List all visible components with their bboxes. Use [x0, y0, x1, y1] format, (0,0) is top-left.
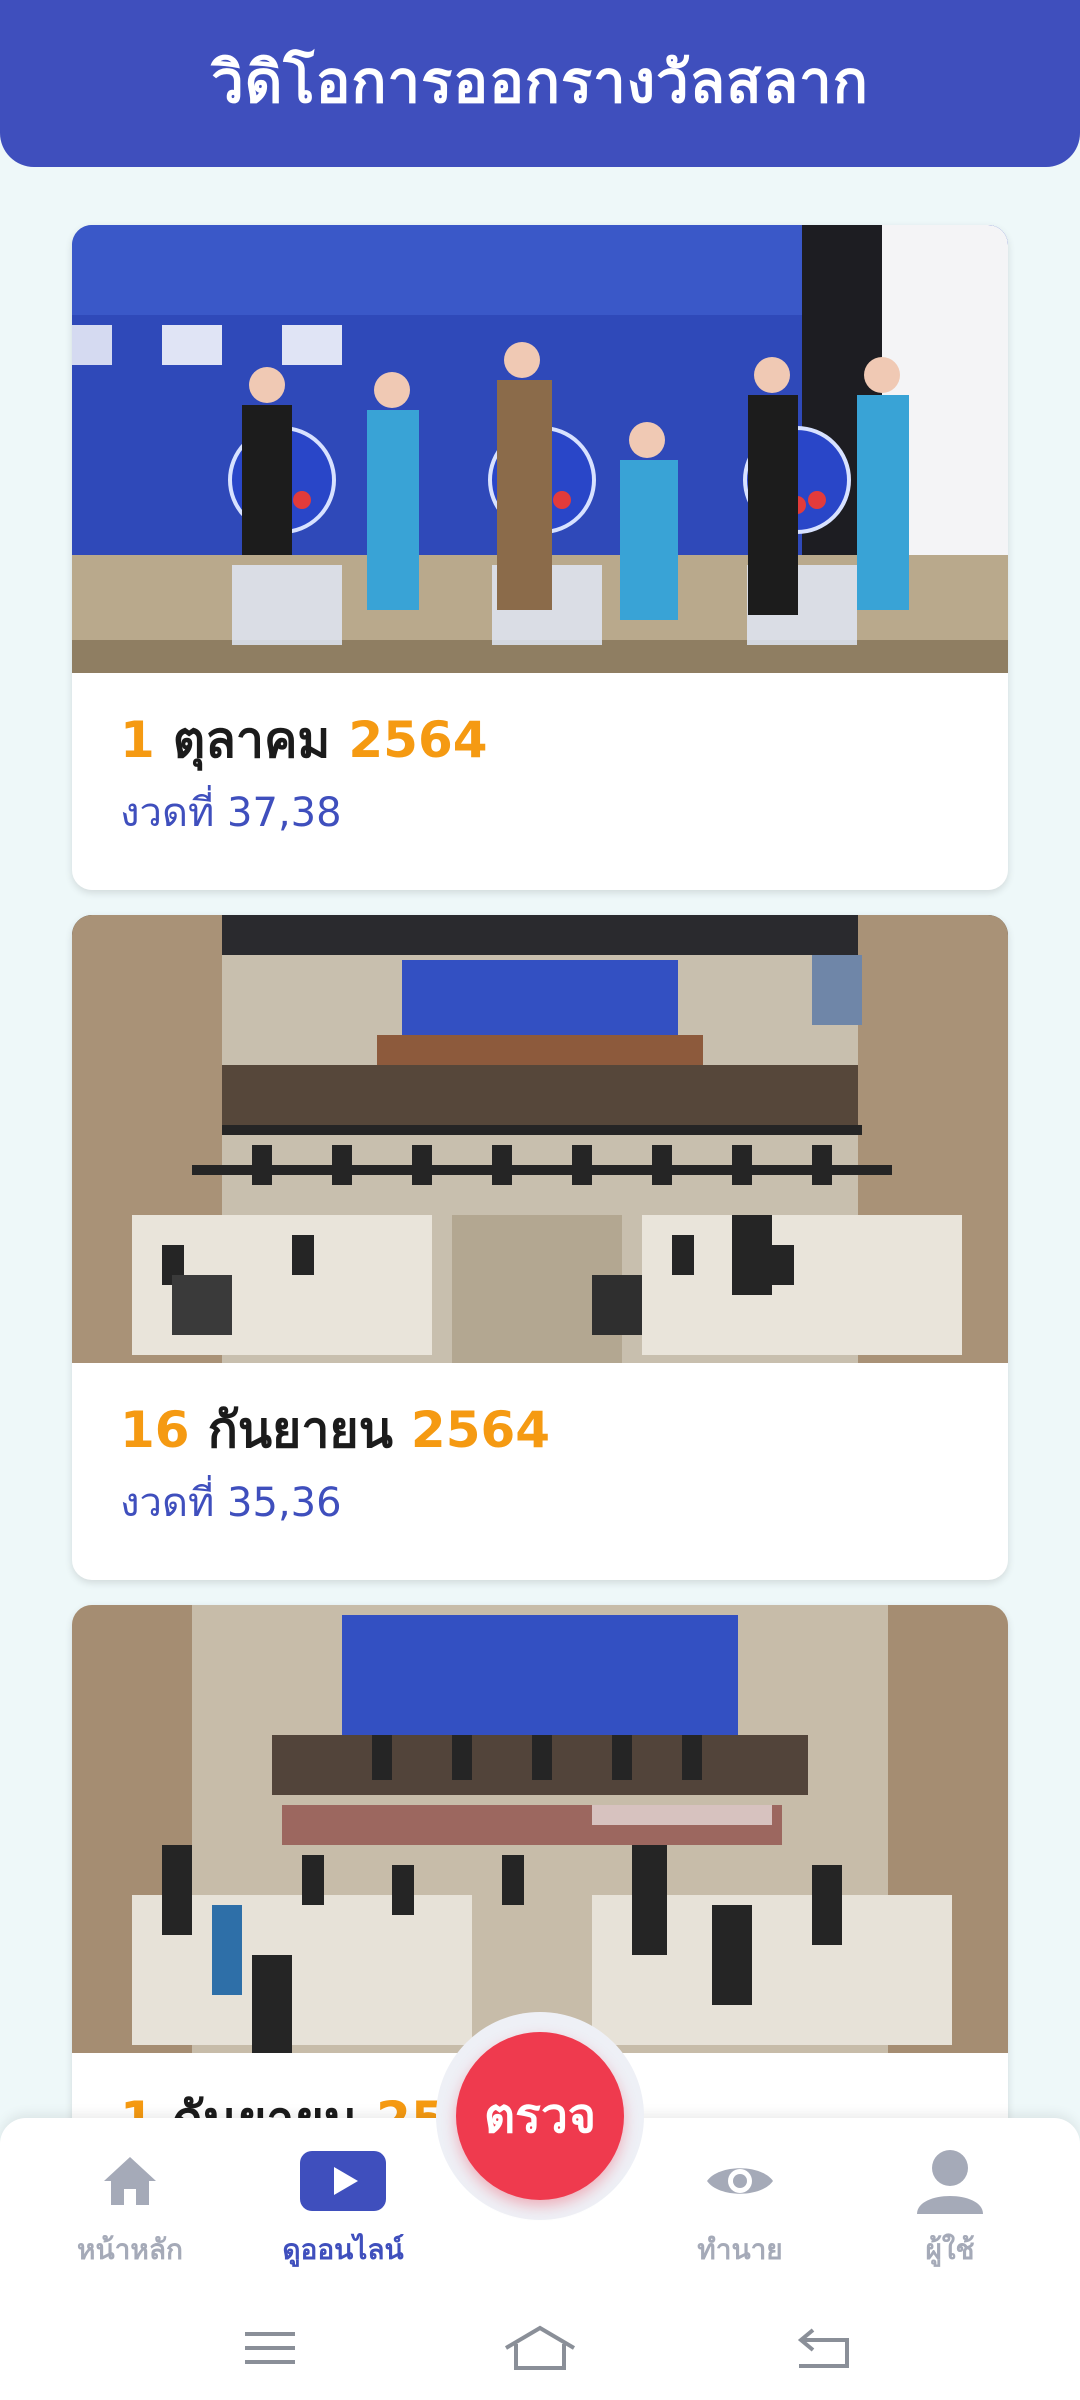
- draw-year: 2564: [410, 1401, 551, 1459]
- draw-round: งวดที่ 35,36: [120, 1480, 342, 1526]
- nav-predict[interactable]: ทำนาย: [645, 2146, 835, 2276]
- home-outline-icon[interactable]: [480, 2318, 600, 2378]
- check-lottery-label: ตรวจ: [483, 2088, 597, 2144]
- home-icon: [85, 2146, 175, 2216]
- nav-user[interactable]: ผู้ใช้: [855, 2146, 1045, 2276]
- video-thumbnail[interactable]: [72, 915, 1008, 1363]
- check-lottery-button[interactable]: ตรวจ: [456, 2032, 624, 2200]
- video-card[interactable]: 1 ตุลาคม 2564 งวดที่ 37,38: [72, 225, 1008, 890]
- play-icon: [298, 2146, 388, 2216]
- draw-month: ตุลาคม: [172, 711, 331, 769]
- nav-watch-online-label: ดูออนไลน์: [282, 2233, 404, 2266]
- video-list[interactable]: 1 ตุลาคม 2564 งวดที่ 37,38 16 กันยายน 25…: [0, 205, 1080, 2120]
- system-navigation-bar: [0, 2298, 1080, 2400]
- card-info: 16 กันยายน 2564 งวดที่ 35,36: [120, 1385, 550, 1531]
- draw-day: 1: [120, 711, 155, 769]
- menu-icon[interactable]: [210, 2318, 330, 2378]
- app-header: วิดิโอการออกรางวัลสลาก: [0, 0, 1080, 167]
- video-thumbnail[interactable]: [72, 1605, 1008, 2053]
- draw-date: 1 ตุลาคม 2564: [120, 695, 488, 785]
- draw-year: 2564: [348, 711, 488, 769]
- draw-round: งวดที่ 37,38: [120, 790, 342, 836]
- draw-day: 1: [120, 2091, 155, 2120]
- back-icon[interactable]: [763, 2318, 883, 2378]
- draw-day: 16: [120, 1401, 190, 1459]
- nav-user-label: ผู้ใช้: [925, 2233, 975, 2266]
- video-card[interactable]: 16 กันยายน 2564 งวดที่ 35,36: [72, 915, 1008, 1580]
- nav-home-label: หน้าหลัก: [77, 2233, 183, 2266]
- nav-predict-label: ทำนาย: [697, 2233, 783, 2266]
- nav-home[interactable]: หน้าหลัก: [35, 2146, 225, 2276]
- user-icon: [905, 2146, 995, 2216]
- video-thumbnail[interactable]: [72, 225, 1008, 673]
- nav-watch-online[interactable]: ดูออนไลน์: [248, 2146, 438, 2276]
- draw-month: กันยายน: [207, 1401, 393, 1459]
- draw-month: กันยายน: [172, 2091, 359, 2120]
- page-title: วิดิโอการออกรางวัลสลาก: [211, 48, 869, 116]
- eye-icon: [695, 2146, 785, 2216]
- draw-date: 16 กันยายน 2564: [120, 1385, 550, 1475]
- card-info: 1 ตุลาคม 2564 งวดที่ 37,38: [120, 695, 488, 841]
